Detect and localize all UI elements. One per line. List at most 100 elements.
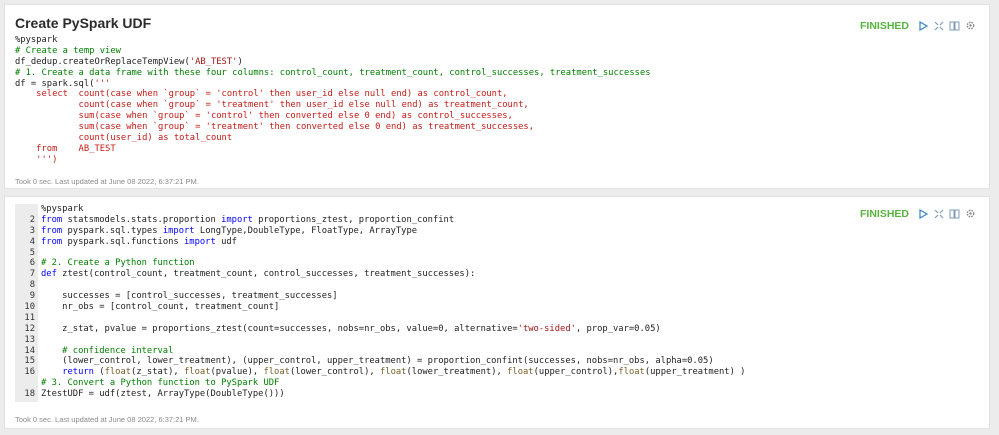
code-line: 14 # confidence interval: [15, 346, 981, 357]
code-line: 5: [15, 248, 981, 259]
code-line: 18 ZtestUDF = udf(ztest, ArrayType(Double…: [15, 389, 981, 400]
code-token: ztest(control_count, treatment_count, co…: [56, 269, 476, 280]
code-token: # 2. Create a Python function: [41, 258, 195, 269]
code-line: select count(case when `group` = 'contro…: [15, 89, 981, 100]
line-number: 14: [24, 345, 35, 356]
code-token: , prop_var=0.05): [575, 323, 661, 334]
code-token: (lower_control),: [289, 367, 380, 378]
code-line: 6 # 2. Create a Python function: [15, 258, 981, 269]
code-token: df = spark.sql(: [15, 78, 95, 89]
book-icon[interactable]: [948, 19, 961, 32]
paragraph-controls: FINISHED: [860, 19, 977, 32]
code-token: %pyspark: [41, 204, 84, 214]
line-number: 11: [24, 312, 35, 323]
code-line: # 3. Convert a Python function to PySpar…: [15, 378, 981, 389]
code-token: count(case when `group` = 'treatment' th…: [15, 100, 529, 111]
code-editor[interactable]: %pyspark # Create a temp view df_dedup.cre…: [15, 35, 981, 167]
code-token: (lower_treatment),: [406, 367, 508, 378]
code-token: ): [237, 56, 243, 67]
code-token: import: [184, 236, 216, 247]
paragraph-title: Create PySpark UDF: [15, 15, 152, 31]
code-line: 4 from pyspark.sql.functions import udf: [15, 237, 981, 248]
code-token: ''': [94, 78, 111, 89]
code-token: count(user_id) as total_count: [15, 133, 233, 144]
code-token: 'AB_TEST': [189, 56, 238, 67]
code-line: 13: [15, 335, 981, 346]
code-token: %pyspark: [15, 35, 58, 45]
line-number: 10: [24, 302, 35, 313]
code-editor[interactable]: %pyspark 2 from statsmodels.stats.proporti…: [15, 204, 981, 402]
code-token: '''): [15, 154, 58, 165]
code-line: 11: [15, 313, 981, 324]
code-line: 12 z_stat, pvalue = proportions_ztest(co…: [15, 324, 981, 335]
code-token: pyspark.sql.functions: [62, 236, 184, 247]
code-token: # 3. Convert a Python function to PySpar…: [41, 378, 280, 389]
expand-icon[interactable]: [932, 19, 945, 32]
paragraph-ztest: FINISHED %pyspark 2 from statsmodels.stats…: [4, 196, 990, 429]
code-token: (upper_control),: [533, 367, 619, 378]
code-line: %pyspark: [15, 35, 981, 46]
code-line: 9 successes = [control_successes, treatm…: [15, 291, 981, 302]
code-token: # 1. Create a data frame with these four…: [15, 67, 651, 78]
code-token: # confidence interval: [41, 345, 174, 356]
code-token: z_stat, pvalue = proportions_ztest(count…: [41, 323, 518, 334]
code-token: import: [162, 225, 195, 236]
code-token: LongType,DoubleType, FloatType, ArrayTyp…: [194, 225, 418, 236]
line-number: 2: [29, 214, 35, 225]
line-number: 5: [29, 247, 35, 258]
code-token: from AB_TEST: [15, 143, 116, 154]
code-line: sum(case when `group` = 'treatment' then…: [15, 122, 981, 133]
code-line: '''): [15, 155, 981, 166]
line-number: 18: [24, 389, 35, 400]
line-number: 4: [29, 236, 35, 247]
code-token: ZtestUDF = udf(ztest, ArrayType(DoubleTy…: [41, 389, 285, 400]
line-number: 3: [29, 225, 35, 236]
line-number: 8: [29, 280, 35, 291]
code-line: count(user_id) as total_count: [15, 133, 981, 144]
code-token: proportions_ztest, proportion_confint: [252, 214, 455, 225]
code-token: sum(case when `group` = 'treatment' then…: [15, 122, 535, 133]
code-token: from: [41, 225, 63, 236]
code-token: (upper_treatment) ): [644, 367, 746, 378]
line-number: 15: [24, 356, 35, 367]
code-token: return: [62, 367, 94, 378]
settings-icon[interactable]: [964, 19, 977, 32]
code-token: (lower_control, lower_treatment), (upper…: [41, 356, 714, 367]
code-token: df_dedup.createOrReplaceTempView(: [15, 56, 190, 67]
line-number: 16: [24, 367, 35, 378]
line-number: 7: [29, 269, 35, 280]
code-token: float: [104, 367, 132, 378]
code-token: statsmodels.stats.proportion: [62, 214, 222, 225]
code-token: float: [380, 367, 407, 378]
code-line: 10 nr_obs = [control_count, treatment_co…: [15, 302, 981, 313]
code-token: # Create a temp view: [15, 45, 121, 56]
paragraph-footer: Took 0 sec. Last updated at June 08 2022…: [15, 415, 199, 424]
code-line: sum(case when `group` = 'control' then c…: [15, 111, 981, 122]
code-line: 7 def ztest(control_count, treatment_coun…: [15, 269, 981, 280]
run-icon[interactable]: [916, 19, 929, 32]
code-token: successes = [control_successes, treatmen…: [41, 291, 338, 302]
code-token: from: [41, 214, 63, 225]
code-line: df_dedup.createOrReplaceTempView('AB_TES…: [15, 57, 981, 68]
code-token: from: [41, 236, 63, 247]
line-number: 9: [29, 291, 35, 302]
code-token: 'two-sided': [517, 323, 576, 334]
code-line: 8: [15, 280, 981, 291]
code-line: 2 from statsmodels.stats.proportion impor…: [15, 215, 981, 226]
code-line: %pyspark: [15, 204, 981, 215]
code-line: from AB_TEST: [15, 144, 981, 155]
code-token: import: [221, 214, 253, 225]
code-line: 16 return (float(z_stat), float(pvalue),…: [15, 367, 981, 378]
status-label: FINISHED: [859, 19, 909, 32]
code-token: float: [618, 367, 645, 378]
paragraph-footer: Took 0 sec. Last updated at June 08 2022…: [15, 177, 199, 186]
code-token: pyspark.sql.types: [62, 225, 163, 236]
line-number: 6: [29, 258, 35, 269]
code-line: 15 (lower_control, lower_treatment), (up…: [15, 356, 981, 367]
code-token: sum(case when `group` = 'control' then c…: [15, 111, 513, 122]
code-token: float: [184, 367, 211, 378]
code-token: select count(case when `group` = 'contro…: [15, 89, 508, 100]
code-line: # Create a temp view: [15, 46, 981, 57]
code-token: (: [93, 367, 105, 378]
